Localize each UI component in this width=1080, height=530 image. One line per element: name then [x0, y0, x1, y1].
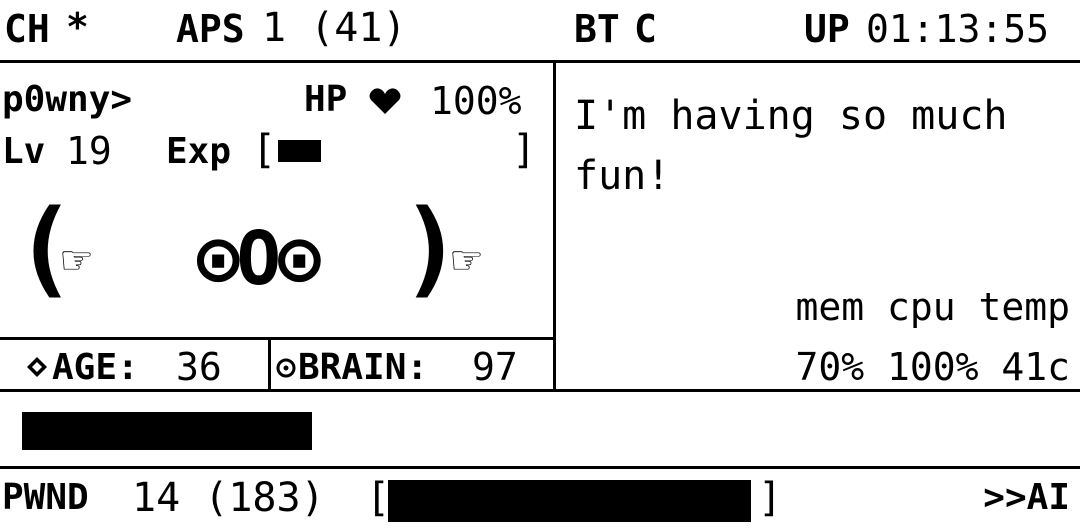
face-eyes: ⊙O⊙	[196, 216, 322, 302]
ch-label: CH	[4, 7, 50, 51]
message-line-1: I'm having so much	[574, 93, 1008, 139]
brain-value: 97	[472, 345, 518, 389]
stats-divider	[0, 337, 555, 340]
uptime-value: 01:13:55	[866, 7, 1050, 51]
pwnd-value: 14 (183)	[132, 475, 325, 521]
hp-label: HP	[304, 79, 348, 120]
unit-name: p0wny>	[2, 79, 133, 120]
age-icon	[27, 357, 47, 377]
exp-label: Exp	[166, 131, 232, 172]
exp-bar-fill	[278, 140, 322, 162]
stats-separator	[268, 337, 271, 392]
hp-value: 100%	[430, 79, 522, 123]
bt-value: C	[634, 7, 657, 51]
pwnd-bar	[388, 480, 758, 522]
age-label: AGE:	[52, 347, 139, 388]
age-value: 36	[176, 345, 222, 389]
pwnd-close-bracket: ]	[758, 475, 783, 521]
level-label: Lv	[2, 131, 46, 172]
exp-bar	[278, 140, 506, 162]
pwnd-label: PWND	[2, 477, 89, 518]
up-label: UP	[804, 7, 850, 51]
pointing-hand-left-icon: ☞	[62, 232, 91, 288]
exp-open-bracket: [	[252, 127, 277, 173]
pointing-hand-right-icon: ☞	[452, 232, 481, 288]
system-values: 70% 100% 41c	[795, 345, 1070, 389]
bottom-divider	[0, 466, 1080, 469]
brain-label: BRAIN:	[298, 347, 429, 388]
exp-close-bracket: ]	[512, 127, 537, 173]
bt-label: BT	[574, 7, 620, 51]
middle-divider	[0, 389, 1080, 392]
panel-divider	[553, 60, 556, 392]
top-divider	[0, 60, 1080, 63]
aps-value: 1 (41)	[262, 5, 407, 51]
aps-label: APS	[176, 7, 245, 51]
heart-icon	[369, 88, 401, 114]
progress-bar	[22, 412, 1058, 452]
progress-bar-fill	[22, 412, 313, 450]
ch-value: *	[66, 5, 89, 49]
brain-icon	[276, 358, 296, 378]
mode-indicator: >>AI	[983, 477, 1070, 518]
message-line-2: fun!	[574, 153, 671, 199]
system-headers: mem cpu temp	[795, 285, 1070, 329]
pwnd-open-bracket: [	[366, 475, 391, 521]
level-value: 19	[66, 129, 112, 173]
pwnd-bar-fill	[388, 480, 751, 522]
